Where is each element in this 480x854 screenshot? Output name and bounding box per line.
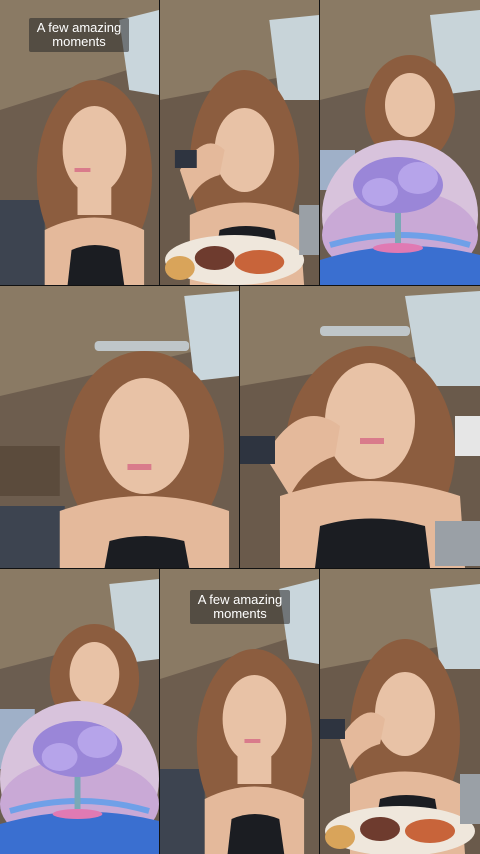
tile-8-woman-hand-on-face-with-food: [320, 569, 480, 854]
photo-tree-filter-2: [0, 569, 159, 854]
tile-2-woman-hand-on-face-with-food: [160, 0, 319, 285]
tile-4-woman-talking-large: [0, 286, 239, 568]
tile-5-woman-hand-on-face-large: [240, 286, 480, 568]
tile-3-tree-filter: [320, 0, 480, 285]
photo-talking-large: [0, 286, 239, 568]
caption-bottom: A few amazing moments: [190, 590, 290, 624]
tile-6-tree-filter: [0, 569, 159, 854]
photo-tree-filter: [320, 0, 480, 285]
photo-resting-food: [160, 0, 319, 285]
photo-resting-food-2: [320, 569, 480, 854]
photo-resting-large: [240, 286, 480, 568]
caption-top: A few amazing moments: [29, 18, 129, 52]
